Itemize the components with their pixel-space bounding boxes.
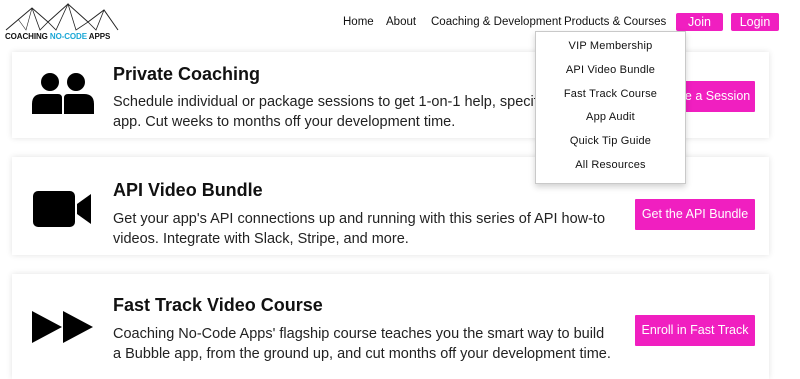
nav-about[interactable]: About (386, 16, 416, 28)
card-fast-track-course: Fast Track Video Course Coaching No-Code… (12, 274, 769, 379)
dropdown-item-all-resources[interactable]: All Resources (536, 159, 685, 171)
dropdown-item-vip-membership[interactable]: VIP Membership (536, 40, 685, 52)
dropdown-item-quick-tip-guide[interactable]: Quick Tip Guide (536, 135, 685, 147)
nav-home[interactable]: Home (343, 16, 374, 28)
card-title: API Video Bundle (113, 180, 263, 200)
card-description: Coaching No-Code Apps' flagship course t… (113, 326, 611, 362)
nav-coaching-development[interactable]: Coaching & Development (431, 16, 561, 28)
card-description: Get your app's API connections up and ru… (113, 211, 606, 247)
users-icon (32, 73, 94, 114)
login-button[interactable]: Login (731, 13, 779, 31)
join-button[interactable]: Join (676, 13, 723, 31)
logo-text: COACHING NO-CODE APPS (5, 32, 111, 41)
site-logo[interactable]: COACHING NO-CODE APPS (4, 2, 120, 44)
mountain-logo-icon (5, 2, 119, 31)
video-camera-icon (33, 191, 91, 227)
enroll-fast-track-button[interactable]: Enroll in Fast Track (635, 315, 755, 346)
get-api-bundle-button[interactable]: Get the API Bundle (635, 199, 755, 230)
card-title: Private Coaching (113, 64, 261, 84)
dropdown-item-fast-track-course[interactable]: Fast Track Course (536, 88, 685, 100)
card-title: Fast Track Video Course (113, 295, 323, 315)
fast-forward-icon (32, 311, 93, 343)
nav-products-courses[interactable]: Products & Courses (564, 16, 666, 28)
dropdown-item-app-audit[interactable]: App Audit (536, 111, 685, 123)
dropdown-item-api-video-bundle[interactable]: API Video Bundle (536, 64, 685, 76)
products-courses-dropdown: VIP Membership API Video Bundle Fast Tra… (535, 31, 686, 184)
